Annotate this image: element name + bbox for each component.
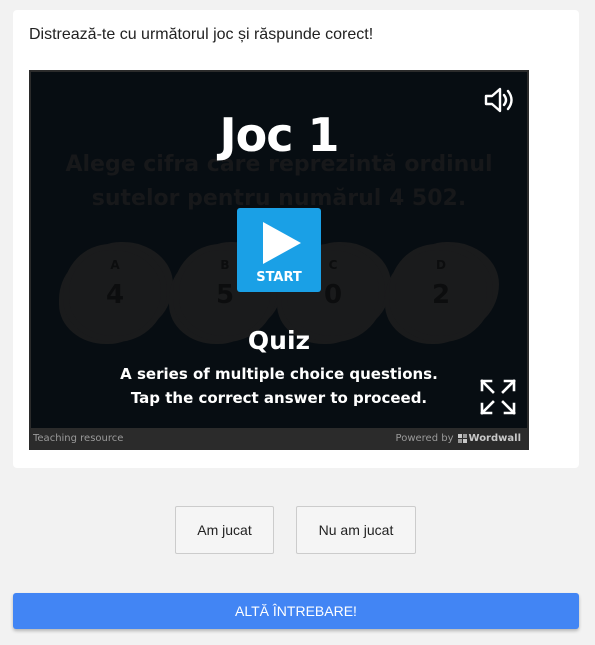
teaching-resource-label: Teaching resource <box>33 433 124 444</box>
fullscreen-expand-icon[interactable] <box>479 378 517 416</box>
powered-by-label: Powered by <box>395 433 454 444</box>
wordwall-brand[interactable]: Wordwall <box>457 433 521 444</box>
powered-by[interactable]: Powered by Wordwall <box>396 433 521 444</box>
not-played-button[interactable]: Nu am jucat <box>296 506 416 554</box>
template-description-line-1: A series of multiple choice questions. <box>120 365 438 383</box>
wordwall-game-embed[interactable]: Alege cifra care reprezintă ordinul sute… <box>29 70 529 450</box>
next-question-button[interactable]: ALTĂ ÎNTREBARE! <box>13 593 579 629</box>
game-footer: Teaching resource Powered by Wordwall <box>31 430 527 448</box>
game-stage: Alege cifra care reprezintă ordinul sute… <box>31 72 527 428</box>
background-option-a: A 4 <box>69 250 161 336</box>
play-icon <box>263 222 301 264</box>
wordwall-logo-icon <box>457 434 467 443</box>
option-letter: A <box>110 258 120 272</box>
start-button[interactable]: START <box>237 208 321 292</box>
template-name: Quiz <box>247 326 311 355</box>
game-title: Joc 1 <box>219 108 339 162</box>
option-value: 2 <box>431 280 451 310</box>
option-value: 4 <box>105 280 125 310</box>
template-description: A series of multiple choice questions. T… <box>31 362 527 410</box>
content-card: Distrează-te cu următorul joc și răspund… <box>13 10 579 468</box>
option-letter: D <box>436 258 446 272</box>
wordwall-brand-label: Wordwall <box>468 433 521 444</box>
played-button[interactable]: Am jucat <box>175 506 274 554</box>
speaker-volume-icon[interactable] <box>483 86 517 114</box>
intro-text: Distrează-te cu următorul joc și răspund… <box>29 26 374 43</box>
start-button-label: START <box>256 270 302 285</box>
template-description-line-2: Tap the correct answer to proceed. <box>130 389 428 407</box>
background-option-d: D 2 <box>395 250 487 336</box>
